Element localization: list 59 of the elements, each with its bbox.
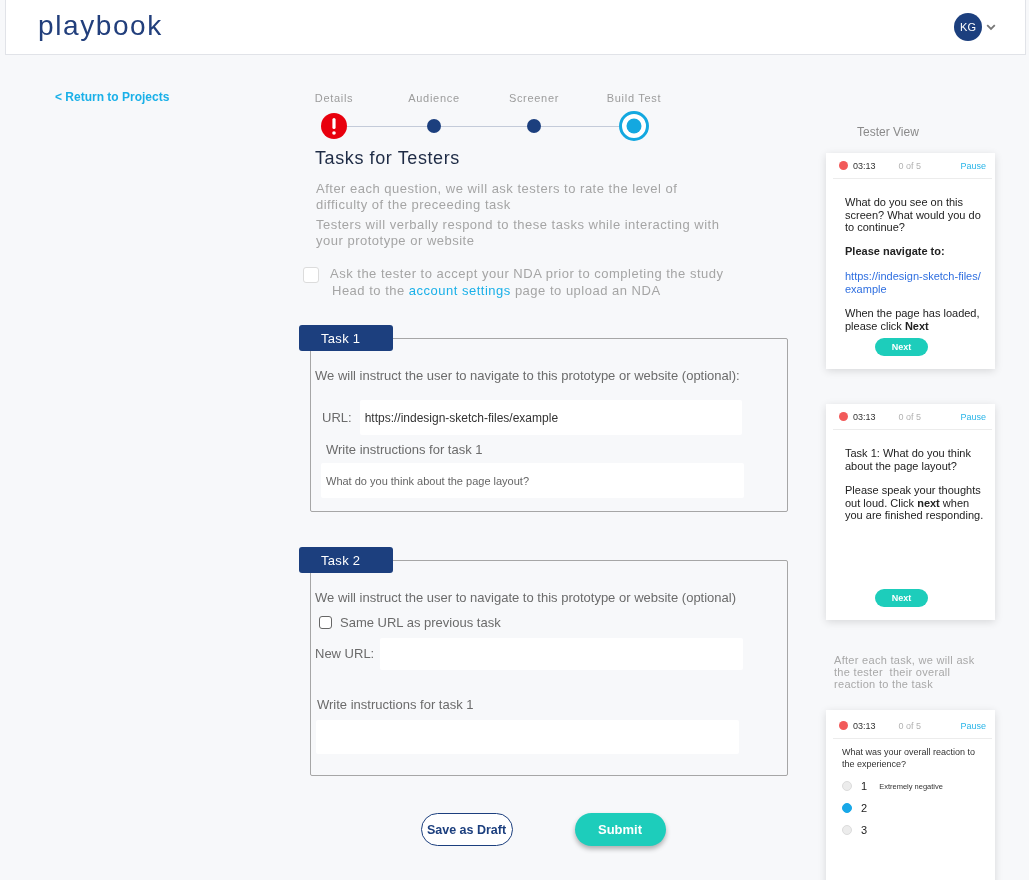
task-label: Task 2 xyxy=(299,547,393,573)
timer: 03:13 xyxy=(853,160,876,171)
url-label: URL: xyxy=(322,409,352,426)
task-intro: We will instruct the user to navigate to this prototype or website (optional): xyxy=(315,368,740,384)
step-label: Screener xyxy=(508,91,560,105)
logo[interactable]: playbook xyxy=(38,11,163,43)
task-label: Task 1 xyxy=(299,325,393,351)
timer: 03:13 xyxy=(853,720,876,731)
checkbox[interactable] xyxy=(319,616,332,629)
progress-count: 0 of 5 xyxy=(898,720,922,731)
step-dot xyxy=(427,119,441,133)
card-instruction: Please speak your thoughts out loud. Click next when you are finished responding. xyxy=(845,484,985,522)
nda-label: Ask the tester to accept your NDA prior to completing the study xyxy=(330,266,724,282)
recording-dot-icon xyxy=(839,721,848,730)
tester-note: After each task, we will ask the tester their overall reaction to the task xyxy=(834,654,976,690)
next-button[interactable]: Next xyxy=(875,589,928,607)
option-number: 3 xyxy=(861,824,868,836)
avatar[interactable]: KG xyxy=(954,13,982,41)
option-number: 2 xyxy=(861,802,868,814)
url-label: New URL: xyxy=(315,646,375,662)
instructions-label: Write instructions for task 1 xyxy=(326,442,483,458)
page-title: Tasks for Testers xyxy=(315,147,460,169)
next-button[interactable]: Next xyxy=(875,338,928,356)
timer: 03:13 xyxy=(853,411,876,422)
prototype-link[interactable]: https://indesign-sketch-files/example xyxy=(845,269,987,296)
instructions-field[interactable]: What do you think about the page layout? xyxy=(321,463,744,498)
chevron-down-icon[interactable] xyxy=(986,23,996,31)
option-number: 1 xyxy=(861,780,868,792)
submit-button[interactable]: Submit xyxy=(574,813,666,846)
recording-dot-icon xyxy=(839,412,848,421)
save-draft-button[interactable]: Save as Draft xyxy=(420,813,513,846)
task-intro: We will instruct the user to navigate to this prototype or website (optional) xyxy=(315,590,737,606)
radio[interactable] xyxy=(842,803,852,813)
info-text: After each question, we will ask testers to rate the level of difficulty of the preceeding task xyxy=(316,181,679,213)
instructions-label: Write instructions for task 1 xyxy=(317,697,474,713)
recording-dot-icon xyxy=(839,161,848,170)
url-field[interactable]: https://indesign-sketch-files/example xyxy=(359,400,742,435)
card-question: What was your overall reaction to the experience? xyxy=(842,746,977,770)
card-question: Task 1: What do you think about the page layout? xyxy=(845,447,972,472)
card-prompt: Please navigate to: xyxy=(845,244,945,258)
error-icon xyxy=(321,113,347,139)
info-text: Testers will verbally respond to these tasks while interacting with your prototype or website xyxy=(316,217,721,249)
progress-count: 0 of 5 xyxy=(898,160,922,171)
pause-link[interactable]: Pause xyxy=(960,411,986,422)
same-url-label: Same URL as previous task xyxy=(340,615,501,630)
return-link[interactable]: < Return to Projects xyxy=(55,90,170,104)
step-dot xyxy=(527,119,541,133)
pause-link[interactable]: Pause xyxy=(960,160,986,171)
current-step-icon xyxy=(619,111,649,141)
card-instruction: When the page has loaded, please click Next xyxy=(845,306,981,333)
step-label: Details xyxy=(314,91,354,105)
step-label: Build Test xyxy=(606,91,662,105)
pause-link[interactable]: Pause xyxy=(960,720,986,731)
nda-hint: Head to the account settings page to upload an NDA xyxy=(331,282,661,300)
tester-view-title: Tester View xyxy=(857,125,919,139)
step-label: Audience xyxy=(408,91,460,105)
progress-count: 0 of 5 xyxy=(898,411,922,422)
card-question: What do you see on this screen? What would you do to continue? xyxy=(845,196,982,234)
account-settings-link[interactable]: account settings xyxy=(408,283,511,298)
